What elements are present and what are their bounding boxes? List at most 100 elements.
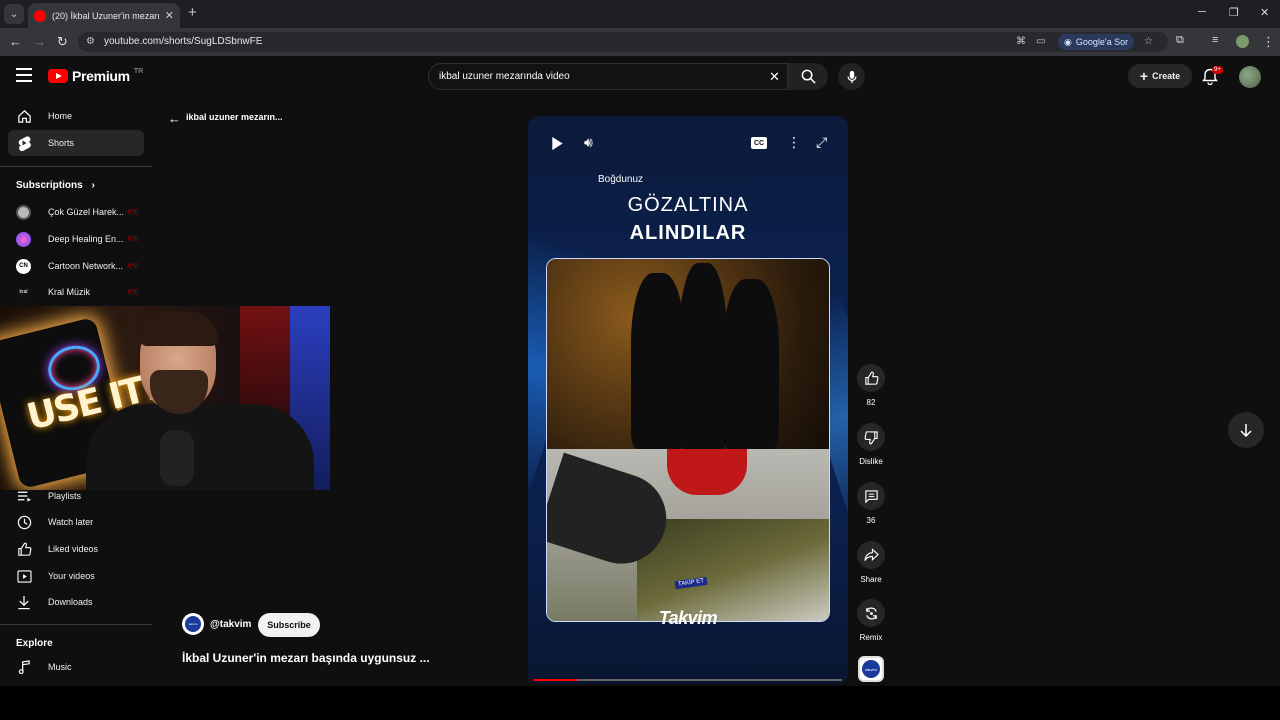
account-avatar[interactable] — [1239, 66, 1261, 88]
subscription-item[interactable]: CN Cartoon Network... ((•)) — [16, 255, 146, 277]
channel-handle[interactable]: @takvim — [210, 619, 251, 630]
subscription-item[interactable]: Çok Güzel Harek... ((•)) — [16, 201, 146, 223]
cast-icon[interactable]: ▭ — [1036, 36, 1045, 47]
live-indicator-icon: ((•)) — [128, 236, 139, 242]
hamburger-menu-icon[interactable] — [16, 68, 32, 82]
remix-button[interactable]: Remix — [856, 599, 886, 642]
subscription-item[interactable]: kral Kral Müzik ((•)) — [16, 281, 146, 303]
bookmark-star-icon[interactable]: ☆ — [1144, 36, 1153, 47]
play-button[interactable] — [550, 136, 564, 156]
channel-logo: takvim — [862, 660, 880, 678]
share-label: Share — [860, 575, 882, 584]
microphone-icon — [846, 70, 857, 83]
tab-title: (20) İkbal Uzuner'in mezarı başı — [52, 10, 161, 21]
reading-list-icon[interactable]: ≡ — [1212, 34, 1218, 46]
search-input[interactable]: ikbal uzuner mezarında video ✕ — [428, 63, 788, 90]
subscriptions-heading[interactable]: Subscriptions › — [16, 180, 95, 191]
browser-tab[interactable]: (20) İkbal Uzuner'in mezarı başı ✕ — [28, 3, 180, 28]
volume-icon[interactable]: 🔊︎ — [584, 134, 593, 151]
play-icon — [552, 136, 563, 151]
google-lens-button[interactable]: ◉ Google'a Sor — [1058, 34, 1135, 50]
like-count: 82 — [866, 398, 876, 407]
create-button[interactable]: + Create — [1128, 64, 1192, 88]
sidebar-divider — [0, 166, 152, 167]
video-headline-line1: GÖZALTINA — [627, 194, 749, 216]
sidebar-item-liked-videos[interactable]: Liked videos — [8, 536, 144, 562]
restore-icon[interactable]: ❐ — [1229, 6, 1239, 19]
channel-avatar[interactable]: takvim — [182, 613, 204, 635]
shorts-search-query[interactable]: ikbal uzuner mezarın... — [186, 112, 283, 122]
address-bar[interactable]: ⚙ youtube.com/shorts/SugLDSbnwFE ⌘ ▭ ◉ G… — [78, 32, 1168, 52]
subscription-label: Deep Healing En... — [48, 234, 124, 244]
download-icon — [16, 595, 32, 610]
sidebar-item-downloads[interactable]: Downloads — [8, 589, 144, 615]
takvim-logo: Takvim — [658, 608, 718, 628]
channel-avatar: CN — [16, 258, 31, 274]
dislike-button[interactable]: Dislike — [856, 423, 886, 466]
clear-search-icon[interactable]: ✕ — [769, 69, 780, 85]
plus-icon: + — [1139, 68, 1149, 84]
subscription-item[interactable]: Deep Healing En... ((•)) — [16, 228, 146, 250]
google-ask-label: Google'a Sor — [1075, 37, 1129, 47]
shorts-video-player[interactable]: 🔊︎ CC ⋮ ⤢ Boğdunuz GÖZALTINA ALINDILAR T… — [528, 116, 848, 684]
site-info-icon[interactable]: ⚙ — [86, 36, 95, 47]
minimize-icon[interactable]: ─ — [1198, 6, 1206, 18]
shorts-icon — [16, 135, 32, 151]
home-icon — [16, 109, 32, 124]
forward-icon[interactable]: → — [33, 34, 46, 49]
channel-thumbnail[interactable]: takvim — [858, 656, 884, 682]
remix-label: Remix — [859, 633, 883, 642]
more-options-icon[interactable]: ⋮ — [787, 134, 801, 151]
red-flag — [667, 449, 747, 495]
youtube-premium-logo[interactable]: Premium TR — [48, 68, 143, 84]
chevron-right-icon: › — [91, 180, 95, 191]
sidebar-item-label: Downloads — [48, 597, 93, 607]
streamer-body — [86, 404, 314, 490]
video-title[interactable]: İkbal Uzuner'in mezarı başında uygunsuz … — [182, 651, 430, 665]
close-tab-icon[interactable]: ✕ — [165, 9, 174, 22]
window-close-icon[interactable]: ✕ — [1260, 6, 1269, 19]
translate-icon[interactable]: ⌘ — [1016, 36, 1026, 47]
browser-toolbar: ← → ↻ ⚙ youtube.com/shorts/SugLDSbnwFE ⌘… — [0, 28, 1280, 56]
thumbs-up-icon — [857, 364, 885, 392]
lens-icon: ◉ — [1064, 36, 1072, 47]
new-tab-icon[interactable]: + — [188, 4, 197, 21]
sidebar-divider — [0, 624, 152, 625]
voice-search-button[interactable] — [838, 63, 865, 90]
profile-avatar[interactable] — [1236, 35, 1249, 48]
dislike-label: Dislike — [859, 457, 883, 466]
back-arrow-icon[interactable]: ← — [168, 111, 181, 126]
extensions-icon[interactable]: ⧉ — [1176, 34, 1184, 47]
tab-search-button[interactable]: ⌄ — [4, 4, 24, 24]
comment-icon — [857, 482, 885, 510]
browser-tab-strip: ⌄ (20) İkbal Uzuner'in mezarı başı ✕ + ─… — [0, 0, 1280, 28]
logo-region: TR — [133, 67, 144, 75]
fullscreen-icon[interactable]: ⤢ — [816, 134, 827, 151]
subscribe-button[interactable]: Subscribe — [258, 613, 320, 637]
next-video-button[interactable] — [1228, 412, 1264, 448]
reload-icon[interactable]: ↻ — [57, 34, 68, 50]
video-icon — [16, 569, 32, 583]
video-progress-track[interactable] — [534, 679, 842, 681]
browser-menu-icon[interactable]: ⋮ — [1262, 34, 1275, 50]
live-indicator-icon: ((•)) — [128, 289, 139, 295]
live-indicator-icon: ((•)) — [128, 209, 139, 215]
sidebar-item-label: Playlists — [48, 491, 82, 501]
like-button[interactable]: 82 — [856, 364, 886, 407]
sidebar-item-label: Your videos — [48, 571, 95, 581]
search-button[interactable] — [788, 63, 828, 90]
thumbs-up-icon — [16, 542, 32, 557]
channel-avatar: kral — [16, 284, 31, 300]
sidebar-item-shorts[interactable]: Shorts — [8, 130, 144, 156]
sidebar-item-your-videos[interactable]: Your videos — [8, 563, 144, 589]
sidebar-item-music[interactable]: Music — [8, 654, 144, 680]
comments-button[interactable]: 36 — [856, 482, 886, 525]
share-button[interactable]: Share — [856, 541, 886, 584]
sidebar-item-watch-later[interactable]: Watch later — [8, 509, 144, 535]
thumbs-down-icon — [857, 423, 885, 451]
back-icon[interactable]: ← — [9, 34, 22, 49]
music-icon — [16, 659, 32, 675]
captions-icon[interactable]: CC — [751, 137, 767, 149]
subscription-label: Cartoon Network... — [48, 261, 124, 271]
sidebar-item-home[interactable]: Home — [8, 103, 144, 129]
